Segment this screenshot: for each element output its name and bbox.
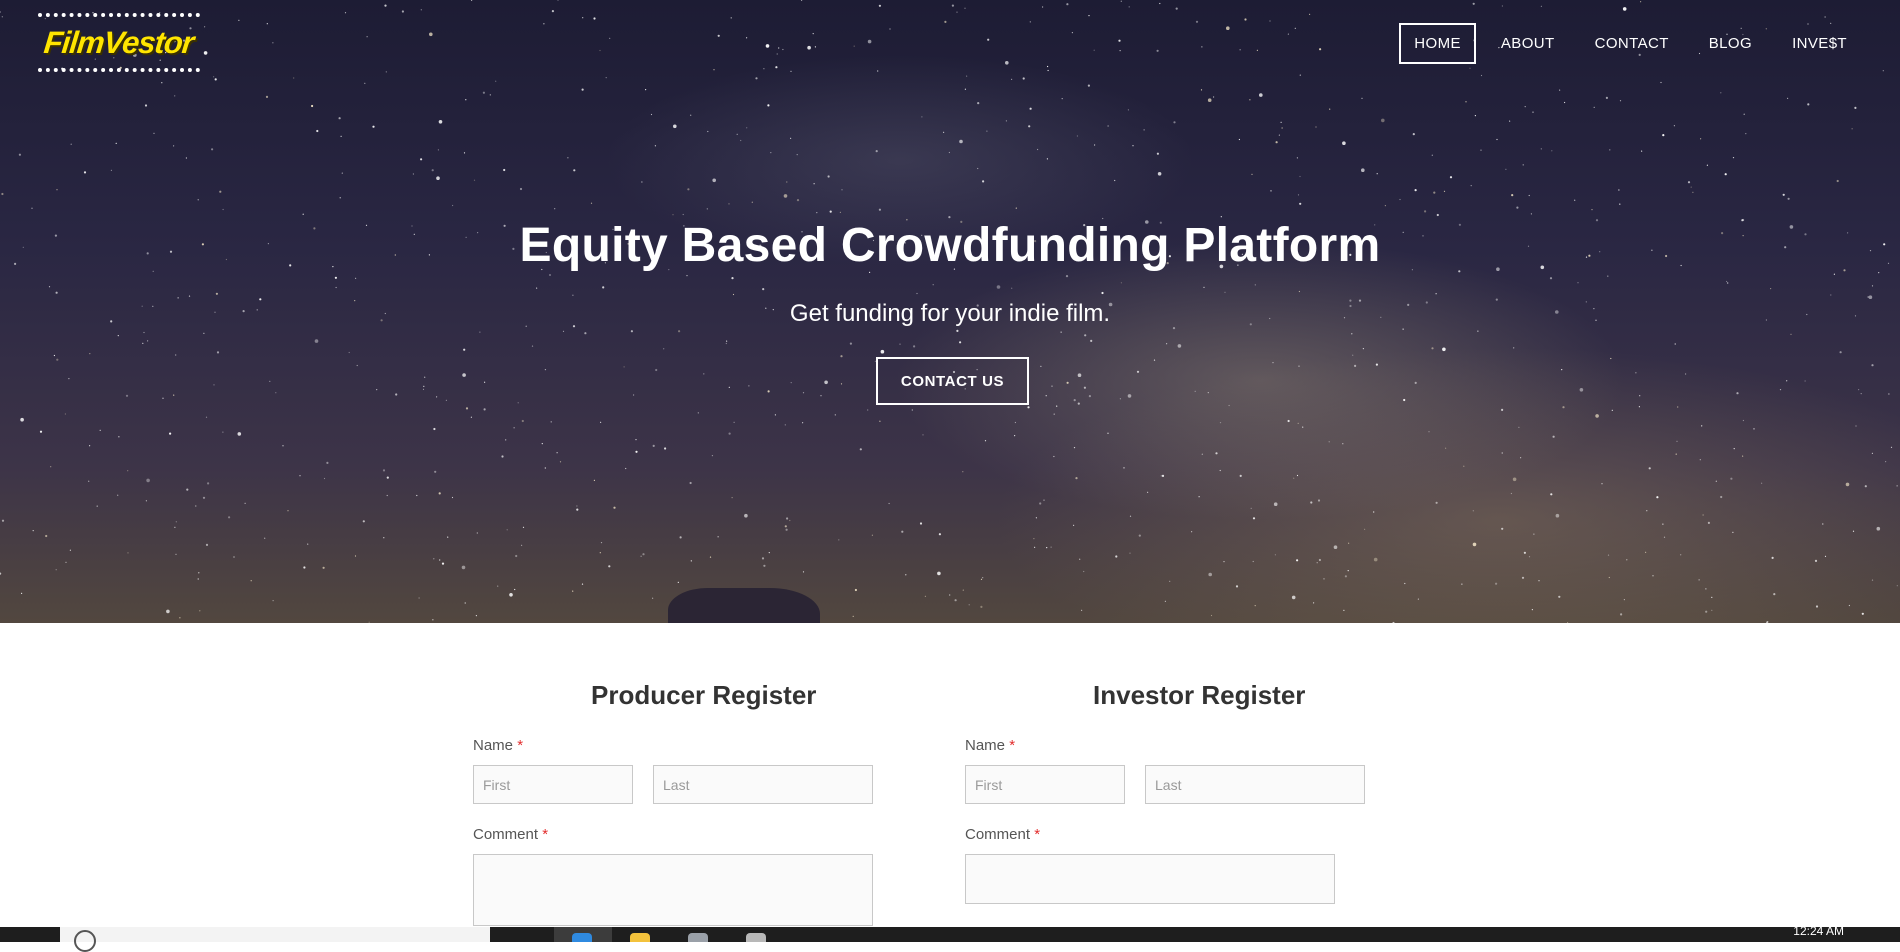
site-logo[interactable]: FilmVestor [38, 13, 200, 72]
hero-section: FilmVestor HOME ABOUT CONTACT BLOG INVE$… [0, 0, 1900, 623]
investor-comment-textarea[interactable] [965, 854, 1335, 904]
os-taskbar: 12:24 AM [0, 924, 1900, 952]
network-icon [688, 933, 708, 942]
search-icon[interactable] [74, 930, 96, 952]
investor-name-label: Name * [965, 737, 1015, 754]
nav-blog[interactable]: BLOG [1694, 23, 1767, 64]
taskbar-app-button[interactable] [728, 927, 786, 942]
investor-last-name-input[interactable] [1145, 765, 1365, 804]
investor-form-title: Investor Register [1093, 680, 1306, 710]
nav-invest[interactable]: INVE$T [1777, 23, 1862, 64]
taskbar-search-box[interactable] [60, 927, 490, 942]
rock-silhouette [668, 588, 820, 623]
investor-first-name-input[interactable] [965, 765, 1125, 804]
nav-contact[interactable]: CONTACT [1580, 23, 1684, 64]
producer-comment-textarea[interactable] [473, 854, 873, 926]
taskbar-network-button[interactable] [670, 927, 728, 942]
investor-comment-label: Comment * [965, 826, 1040, 843]
logo-text: FilmVestor [42, 24, 196, 60]
app-icon [746, 933, 766, 942]
producer-name-label-text: Name [473, 737, 514, 754]
producer-name-required-mark: * [517, 737, 524, 754]
producer-comment-required-mark: * [542, 826, 549, 843]
producer-comment-label: Comment * [473, 826, 548, 843]
producer-name-label: Name * [473, 737, 523, 754]
taskbar-clock: 12:24 AM [1793, 924, 1844, 938]
producer-first-name-input[interactable] [473, 765, 633, 804]
nav-about[interactable]: ABOUT [1486, 23, 1570, 64]
investor-comment-required-mark: * [1034, 826, 1041, 843]
file-explorer-icon [630, 933, 650, 942]
producer-last-name-input[interactable] [653, 765, 873, 804]
producer-form-title: Producer Register [591, 680, 817, 710]
nav-home[interactable]: HOME [1399, 23, 1476, 64]
hero-title: Equity Based Crowdfunding Platform [519, 219, 1381, 272]
investor-name-required-mark: * [1009, 737, 1016, 754]
hero-subtitle: Get funding for your indie film. [789, 300, 1111, 327]
edge-icon [572, 933, 592, 942]
main-nav: HOME ABOUT CONTACT BLOG INVE$T [1389, 23, 1862, 64]
taskbar-file-explorer-button[interactable] [612, 927, 670, 942]
contact-us-button[interactable]: CONTACT US [876, 357, 1029, 405]
investor-name-label-text: Name [965, 737, 1006, 754]
taskbar-edge-button[interactable] [554, 927, 612, 942]
producer-comment-label-text: Comment [473, 826, 539, 843]
investor-comment-label-text: Comment [965, 826, 1031, 843]
